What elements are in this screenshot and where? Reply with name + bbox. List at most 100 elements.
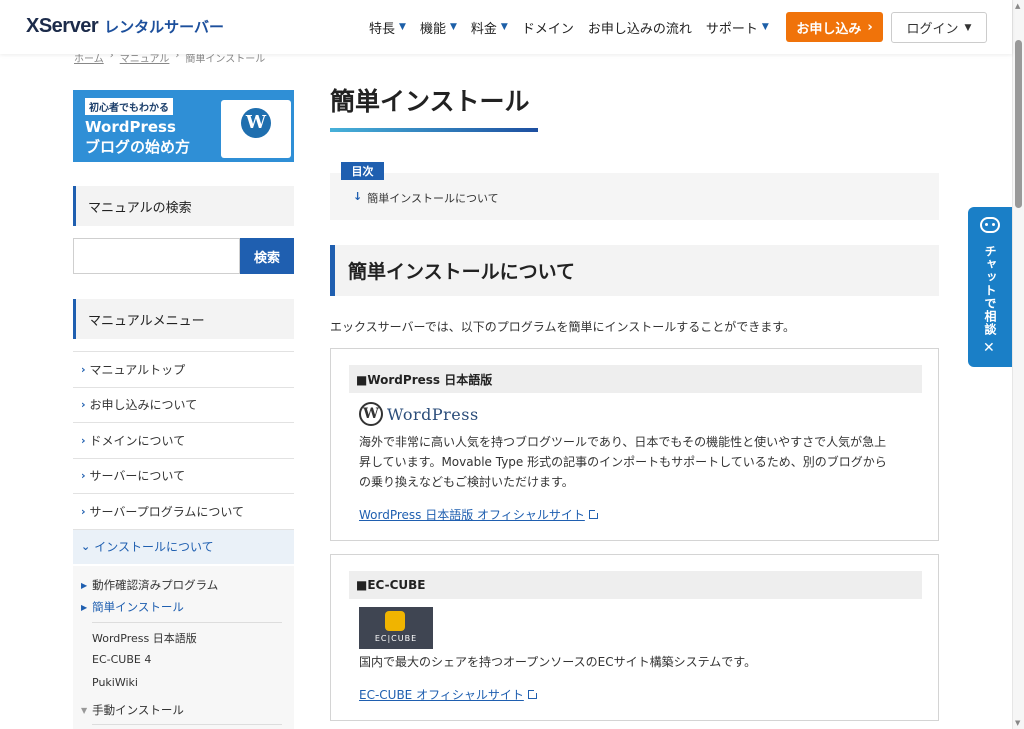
card-heading: ■EC-CUBE: [349, 571, 922, 599]
card-description: 国内で最大のシェアを持つオープンソースのECサイト構築システムです。: [359, 652, 924, 672]
manual-search-input[interactable]: [73, 238, 240, 274]
desc-line: 昇しています。Movable Type 形式の記事のインポートもサポートしている…: [359, 455, 887, 469]
menu-item-server-program[interactable]: › サーバープログラムについて: [73, 493, 294, 529]
menu-item-server[interactable]: › サーバーについて: [73, 457, 294, 494]
menu-label: サーバーについて: [89, 469, 186, 484]
manual-menu: › マニュアルトップ › お申し込みについて › ドメインについて › サーバーについて…: [73, 351, 294, 564]
chevron-right-icon: ›: [81, 433, 86, 447]
nav-pricing[interactable]: 料金 ▼: [471, 18, 508, 37]
chevron-down-icon: ▼: [399, 22, 406, 32]
chevron-down-icon: ⌄: [81, 540, 91, 554]
submenu-link-wordpress[interactable]: WordPress 日本語版: [92, 630, 197, 646]
submenu-label: 動作確認済みプログラム: [92, 578, 219, 592]
nav-label: 特長: [369, 21, 396, 37]
link-label: EC-CUBE オフィシャルサイト: [359, 688, 524, 702]
toc-item-label: 簡単インストールについて: [367, 192, 499, 205]
eccube-official-link[interactable]: EC-CUBE オフィシャルサイト: [359, 686, 539, 703]
menu-item-domain[interactable]: › ドメインについて: [73, 422, 294, 458]
wordpress-logo-text: WordPress: [387, 404, 479, 424]
submenu-item-easy-install[interactable]: ▶ 簡単インストール: [81, 599, 184, 615]
eccube-logo: EC|CUBE: [359, 607, 433, 649]
site-header: XServer レンタルサーバー 特長 ▼ 機能 ▼ 料金 ▼ ドメイン お申し込みの…: [0, 0, 1012, 54]
card-heading: ■WordPress 日本語版: [349, 365, 922, 393]
nav-label: 機能: [419, 21, 446, 37]
nav-functions[interactable]: 機能 ▼: [420, 18, 457, 37]
search-button[interactable]: 検索: [240, 238, 294, 274]
menu-item-application[interactable]: › お申し込みについて: [73, 386, 294, 423]
triangle-right-icon: ▶: [81, 580, 88, 590]
wordpress-official-link[interactable]: WordPress 日本語版 オフィシャルサイト: [359, 506, 600, 523]
close-icon[interactable]: ✕: [983, 340, 995, 356]
scroll-thumb[interactable]: [1015, 40, 1022, 208]
menu-label: マニュアルトップ: [89, 362, 186, 377]
chevron-down-icon: ▼: [964, 22, 972, 33]
banner-tag: 初心者でもわかる: [85, 98, 173, 115]
toc-item[interactable]: ↓ 簡単インストールについて: [353, 190, 499, 206]
menu-label: サーバープログラムについて: [89, 504, 244, 519]
menu-item-install[interactable]: ⌄ インストールについて: [73, 528, 294, 564]
desc-line: の乗り換えなどもご検討いただけます。: [359, 475, 574, 489]
scroll-up-icon[interactable]: ▲: [1015, 2, 1020, 10]
main-nav: 特長 ▼ 機能 ▼ 料金 ▼ ドメイン お申し込みの流れ サポート ▼: [369, 0, 769, 54]
chevron-right-icon: ›: [81, 504, 86, 518]
login-button[interactable]: ログイン ▼: [891, 12, 987, 43]
section-heading: 簡単インストールについて: [330, 245, 939, 296]
menu-label: ドメインについて: [89, 433, 186, 448]
nav-flow[interactable]: お申し込みの流れ: [588, 18, 692, 37]
login-label: ログイン: [906, 22, 959, 37]
chevron-right-icon: ›: [81, 398, 86, 412]
submenu-item-manual-install[interactable]: ▼ 手動インストール: [81, 702, 184, 718]
wordpress-icon: W: [359, 402, 383, 426]
wordpress-logo-icon: W: [241, 108, 271, 138]
wordpress-card: ■WordPress 日本語版 W WordPress 海外で非常に高い人気を持…: [330, 348, 939, 541]
chevron-down-icon: ▼: [449, 22, 457, 32]
page-title: 簡単インストール: [330, 87, 530, 116]
toc-label: 目次: [341, 162, 384, 180]
submenu-label: 手動インストール: [92, 703, 184, 717]
chat-consult-tab[interactable]: チャットで相談 ✕: [968, 207, 1012, 367]
chevron-down-icon: ▼: [761, 22, 769, 32]
desc-line: 海外で非常に高い人気を持つブログツールであり、日本でもその機能性と使いやすさで人…: [359, 435, 887, 449]
submenu-item-verified[interactable]: ▶ 動作確認済みプログラム: [81, 577, 218, 593]
menu-heading: マニュアルメニュー: [73, 299, 294, 339]
site-logo[interactable]: XServer レンタルサーバー: [26, 15, 224, 38]
submenu-label: 簡単インストール: [92, 600, 184, 614]
nav-label: サポート: [705, 21, 758, 37]
banner-illustration: W: [221, 100, 291, 158]
divider: [92, 622, 282, 623]
submenu-link-pukiwiki[interactable]: PukiWiki: [92, 676, 138, 689]
nav-support[interactable]: サポート ▼: [706, 18, 769, 37]
install-submenu: ▶ 動作確認済みプログラム ▶ 簡単インストール WordPress 日本語版 EC…: [73, 566, 294, 729]
apply-button[interactable]: お申し込み ›: [786, 12, 883, 42]
triangle-right-icon: ▶: [81, 602, 88, 612]
eccube-cube-icon: [385, 611, 405, 631]
scrollbar[interactable]: ▲ ▼: [1012, 0, 1024, 729]
scroll-down-icon[interactable]: ▼: [1015, 719, 1020, 727]
nav-features[interactable]: 特長 ▼: [369, 18, 406, 37]
submenu-link-eccube[interactable]: EC-CUBE 4: [92, 653, 151, 666]
chevron-down-icon: ▼: [500, 22, 508, 32]
chevron-right-icon: ›: [81, 362, 86, 376]
wordpress-guide-banner[interactable]: 初心者でもわかる WordPress ブログの始め方 W: [73, 90, 294, 162]
logo-sub: レンタルサーバー: [104, 18, 224, 36]
chevron-right-icon: ›: [81, 469, 86, 483]
external-link-icon: [588, 508, 600, 519]
triangle-down-icon: ▼: [81, 705, 88, 715]
arrow-down-icon: ↓: [353, 190, 363, 203]
logo-main: XServer: [26, 15, 99, 37]
banner-subtitle: ブログの始め方: [85, 138, 191, 156]
wordpress-logo: W WordPress: [359, 402, 479, 426]
search-heading: マニュアルの検索: [73, 186, 294, 226]
chevron-right-icon: ›: [867, 19, 873, 35]
desc-line: 国内で最大のシェアを持つオープンソースのECサイト構築システムです。: [359, 655, 757, 669]
nav-domain[interactable]: ドメイン: [522, 18, 574, 37]
intro-text: エックスサーバーでは、以下のプログラムを簡単にインストールすることができます。: [330, 320, 796, 334]
menu-label: お申し込みについて: [89, 398, 198, 413]
menu-item-top[interactable]: › マニュアルトップ: [73, 351, 294, 387]
chatbot-icon: [980, 217, 1000, 233]
link-label: WordPress 日本語版 オフィシャルサイト: [359, 508, 585, 522]
apply-label: お申し込み: [796, 21, 862, 37]
divider: [92, 724, 282, 725]
chat-label: チャットで相談: [983, 245, 997, 336]
nav-label: ドメイン: [521, 21, 574, 37]
